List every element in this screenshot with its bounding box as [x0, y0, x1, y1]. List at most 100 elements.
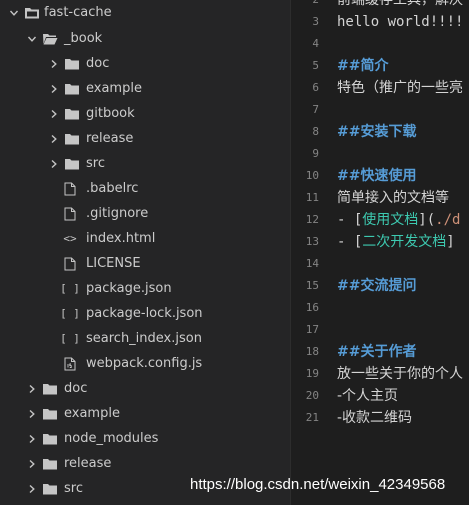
chevron-right-icon[interactable] — [24, 376, 40, 401]
folder-icon — [42, 401, 58, 426]
item-label: .babelrc — [86, 181, 139, 196]
chevron-right-icon[interactable] — [24, 476, 40, 501]
item-label: package.json — [86, 281, 172, 296]
line-number: 19 — [305, 367, 319, 380]
line-number: 5 — [312, 59, 319, 72]
folder-item[interactable]: gitbook — [0, 101, 290, 126]
line-number: 18 — [305, 345, 319, 358]
file-item[interactable]: [ ] search_index.json — [0, 326, 290, 351]
chevron-right-icon[interactable] — [46, 101, 62, 126]
chevron-right-icon[interactable] — [24, 401, 40, 426]
folder-icon — [42, 451, 58, 476]
folder-icon — [42, 426, 58, 451]
item-label: gitbook — [86, 106, 135, 121]
line-content: 放一些关于你的个人 — [337, 366, 463, 382]
file-icon — [62, 251, 78, 276]
file-icon — [62, 201, 78, 226]
root-folder-item[interactable]: fast-cache — [0, 0, 290, 25]
line-number: 7 — [312, 103, 319, 116]
line-content: hello world!!!! — [337, 14, 464, 30]
item-label: src — [64, 481, 83, 496]
folder-item[interactable]: example — [0, 76, 290, 101]
code-line[interactable]: 12 - [使用文档](./d — [291, 209, 469, 231]
line-number: 12 — [305, 213, 319, 226]
code-line[interactable]: 16 — [291, 297, 469, 319]
file-item[interactable]: [ ] package.json — [0, 276, 290, 301]
watermark: https://blog.csdn.net/weixin_42349568 — [190, 476, 446, 493]
folder-item[interactable]: release — [0, 126, 290, 151]
file-item[interactable]: .babelrc — [0, 176, 290, 201]
code-line[interactable]: 8 ##安装下载 — [291, 121, 469, 143]
line-content: ##安装下载 — [337, 124, 417, 140]
line-number: 4 — [312, 37, 319, 50]
code-line[interactable]: 20 -个人主页 — [291, 385, 469, 407]
code-line[interactable]: 11 简单接入的文档等 — [291, 187, 469, 209]
file-item[interactable]: webpack.config.js — [0, 351, 290, 376]
line-content: 前端缓存工具，解决 — [337, 0, 463, 8]
folder-open-icon — [42, 26, 58, 51]
line-content: -个人主页 — [337, 388, 399, 404]
chevron-right-icon[interactable] — [46, 51, 62, 76]
link-bracket: ]( — [418, 212, 436, 228]
item-label: LICENSE — [86, 256, 141, 271]
code-line[interactable]: 2 前端缓存工具，解决 — [291, 0, 469, 11]
chevron-right-icon[interactable] — [46, 126, 62, 151]
code-line[interactable]: 9 — [291, 143, 469, 165]
file-item[interactable]: LICENSE — [0, 251, 290, 276]
folder-item[interactable]: release — [0, 451, 290, 476]
line-number: 16 — [305, 301, 319, 314]
chevron-down-icon[interactable] — [24, 26, 40, 51]
line-number: 15 — [305, 279, 319, 292]
folder-item[interactable]: src — [0, 151, 290, 176]
item-label: index.html — [86, 231, 156, 246]
folder-item[interactable]: node_modules — [0, 426, 290, 451]
code-line[interactable]: 4 — [291, 33, 469, 55]
code-line[interactable]: 14 — [291, 253, 469, 275]
line-content: ##交流提问 — [337, 278, 417, 294]
code-line[interactable]: 13 - [二次开发文档] — [291, 231, 469, 253]
code-line[interactable]: 15 ##交流提问 — [291, 275, 469, 297]
code-line[interactable]: 19 放一些关于你的个人 — [291, 363, 469, 385]
folder-item[interactable]: _book — [0, 26, 290, 51]
line-number: 11 — [305, 191, 319, 204]
folder-icon — [64, 76, 80, 101]
markdown-link-url: ./d — [435, 212, 461, 228]
markdown-link-text: 二次开发文档 — [362, 234, 447, 250]
list-bracket: - [ — [337, 212, 363, 228]
chevron-down-icon[interactable] — [6, 0, 22, 25]
folder-icon — [64, 51, 80, 76]
code-line[interactable]: 5 ##简介 — [291, 55, 469, 77]
folder-icon — [42, 376, 58, 401]
code-line[interactable]: 6 特色（推广的一些亮 — [291, 77, 469, 99]
folder-icon — [64, 101, 80, 126]
code-line[interactable]: 18 ##关于作者 — [291, 341, 469, 363]
item-label: node_modules — [64, 431, 159, 446]
code-editor[interactable]: 2 前端缓存工具，解决 3 hello world!!!! 4 5 ##简介 6 特色（推广的一… — [290, 0, 469, 505]
line-content: 特色（推广的一些亮 — [337, 80, 463, 96]
file-item[interactable]: <> index.html — [0, 226, 290, 251]
item-label: package-lock.json — [86, 306, 203, 321]
json-icon: [ ] — [60, 307, 80, 320]
file-item[interactable]: .gitignore — [0, 201, 290, 226]
code-line[interactable]: 7 — [291, 99, 469, 121]
folder-item[interactable]: doc — [0, 376, 290, 401]
item-label: release — [64, 456, 112, 471]
code-line[interactable]: 10 ##快速使用 — [291, 165, 469, 187]
code-line[interactable]: 3 hello world!!!! — [291, 11, 469, 33]
chevron-right-icon[interactable] — [24, 451, 40, 476]
folder-icon — [64, 126, 80, 151]
line-number: 2 — [291, 0, 319, 11]
markdown-link-text: 使用文档 — [362, 212, 419, 228]
code-line[interactable]: 17 — [291, 319, 469, 341]
chevron-right-icon[interactable] — [46, 76, 62, 101]
line-number: 6 — [312, 81, 319, 94]
item-label: fast-cache — [44, 5, 112, 20]
chevron-right-icon[interactable] — [46, 151, 62, 176]
folder-item[interactable]: doc — [0, 51, 290, 76]
folder-item[interactable]: example — [0, 401, 290, 426]
file-item[interactable]: [ ] package-lock.json — [0, 301, 290, 326]
item-label: example — [86, 81, 142, 96]
line-content: - [使用文档](./d — [337, 209, 460, 231]
chevron-right-icon[interactable] — [24, 426, 40, 451]
code-line[interactable]: 21 -收款二维码 — [291, 407, 469, 429]
